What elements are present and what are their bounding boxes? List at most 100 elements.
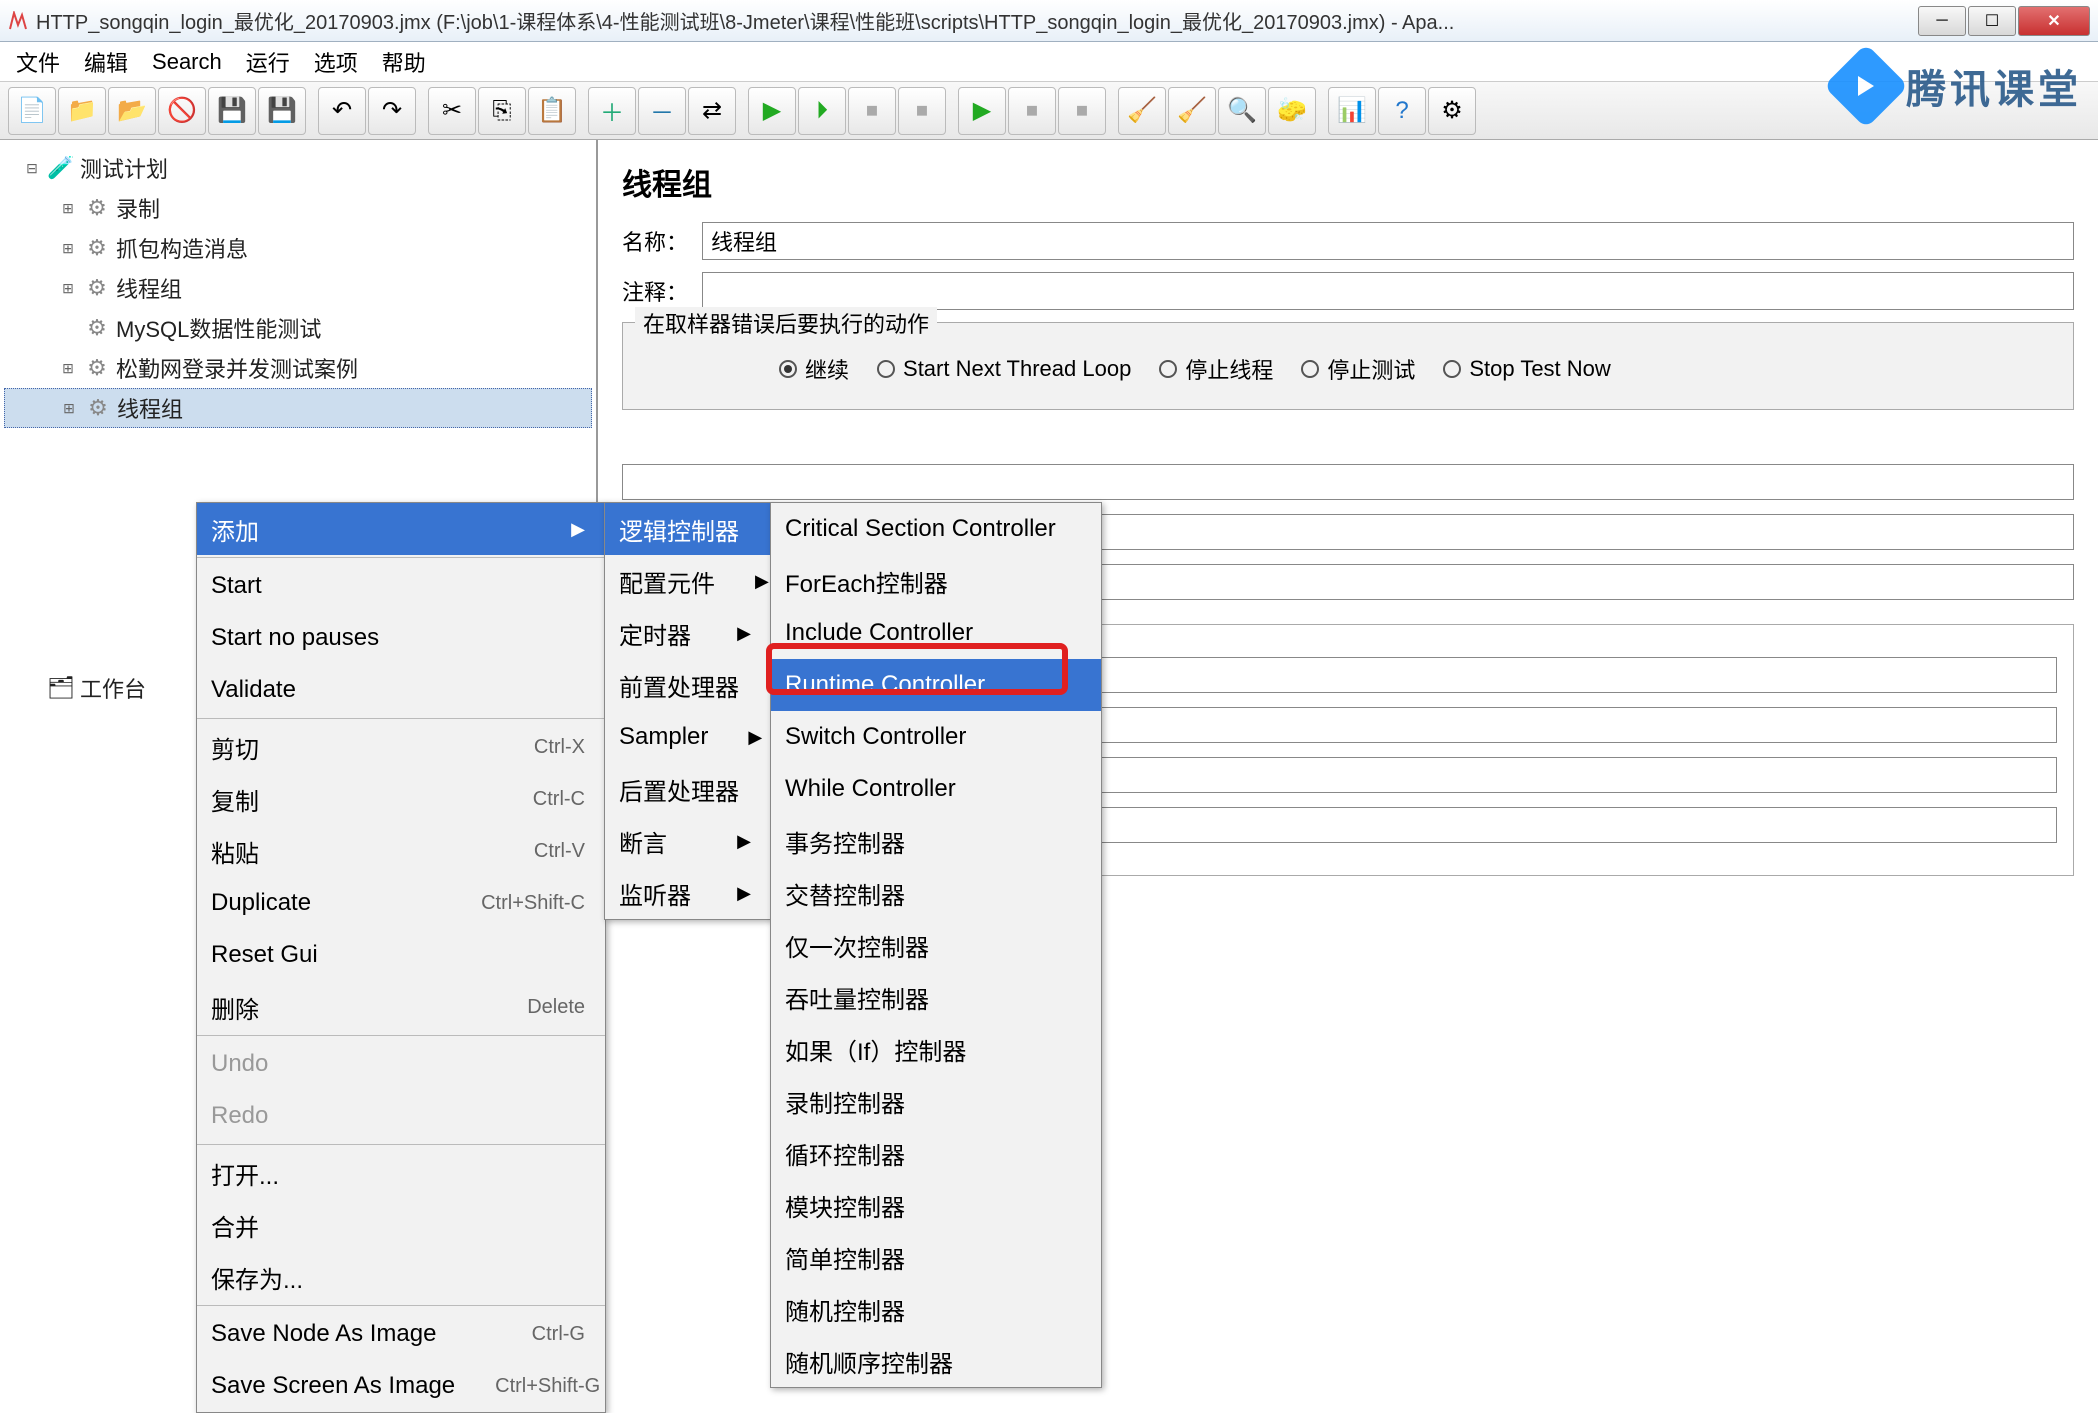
controller-item[interactable]: While Controller	[771, 763, 1101, 815]
function-icon[interactable]: 📊	[1328, 87, 1376, 135]
tree-toggle-icon[interactable]: ⊞	[58, 240, 78, 257]
radio-startnext[interactable]: Start Next Thread Loop	[877, 356, 1131, 382]
search-icon[interactable]: 🔍	[1218, 87, 1266, 135]
redo-icon[interactable]: ↷	[368, 87, 416, 135]
remote-start-icon[interactable]: ▶	[958, 87, 1006, 135]
context-item[interactable]: Start no pauses	[197, 612, 605, 664]
help-icon[interactable]: ?	[1378, 87, 1426, 135]
reset-search-icon[interactable]: 🧽	[1268, 87, 1316, 135]
context-item[interactable]: Save Node As ImageCtrl-G	[197, 1308, 605, 1360]
context-item[interactable]: 添加▶	[197, 503, 605, 555]
context-item[interactable]: Save Screen As ImageCtrl+Shift-G	[197, 1360, 605, 1412]
controller-item[interactable]: Runtime Controller	[771, 659, 1101, 711]
menu-run[interactable]: 运行	[246, 46, 290, 78]
undo-icon[interactable]: ↶	[318, 87, 366, 135]
menu-search[interactable]: Search	[152, 49, 222, 75]
save-icon[interactable]: 💾	[208, 87, 256, 135]
new-icon[interactable]: 📄	[8, 87, 56, 135]
controller-item[interactable]: 录制控制器	[771, 1075, 1101, 1127]
tree-root[interactable]: ⊟ 🧪 测试计划	[4, 148, 592, 188]
minimize-button[interactable]: ─	[1918, 6, 1966, 36]
context-item[interactable]: 打开...	[197, 1147, 605, 1199]
saveas-icon[interactable]: 💾	[258, 87, 306, 135]
close-button[interactable]: ✕	[2018, 6, 2090, 36]
controller-item[interactable]: ForEach控制器	[771, 555, 1101, 607]
collapse-icon[interactable]: －	[638, 87, 686, 135]
tree-toggle-icon[interactable]: ⊞	[58, 360, 78, 377]
context-item[interactable]: 删除Delete	[197, 981, 605, 1033]
clearall-icon[interactable]: 🧹	[1168, 87, 1216, 135]
shutdown-icon[interactable]: ⏹	[898, 87, 946, 135]
threads-input[interactable]	[622, 464, 2074, 500]
tree-item[interactable]: ⚙ MySQL数据性能测试	[4, 308, 592, 348]
remote-stop-icon[interactable]: ⏹	[1008, 87, 1056, 135]
controller-item[interactable]: 如果（If）控制器	[771, 1023, 1101, 1075]
submenu-item[interactable]: Sampler▶	[605, 711, 771, 763]
stop-icon[interactable]: ⏹	[848, 87, 896, 135]
controller-item[interactable]: 循环控制器	[771, 1127, 1101, 1179]
controller-item[interactable]: 吞吐量控制器	[771, 971, 1101, 1023]
context-item[interactable]: Reset Gui	[197, 929, 605, 981]
controller-item[interactable]: 简单控制器	[771, 1231, 1101, 1283]
radio-stopthread[interactable]: 停止线程	[1159, 353, 1273, 385]
comment-input[interactable]	[702, 272, 2074, 310]
controller-item[interactable]: Include Controller	[771, 607, 1101, 659]
controller-item[interactable]: 交替控制器	[771, 867, 1101, 919]
controller-item[interactable]: Switch Controller	[771, 711, 1101, 763]
cut-icon[interactable]: ✂	[428, 87, 476, 135]
controller-item[interactable]: 模块控制器	[771, 1179, 1101, 1231]
controller-item[interactable]: 随机控制器	[771, 1283, 1101, 1335]
clear-icon[interactable]: 🧹	[1118, 87, 1166, 135]
tree-item[interactable]: ⊞ ⚙ 抓包构造消息	[4, 228, 592, 268]
menu-file[interactable]: 文件	[16, 46, 60, 78]
tree-item[interactable]: ⊞ ⚙ 录制	[4, 188, 592, 228]
menu-edit[interactable]: 编辑	[84, 46, 128, 78]
controller-item[interactable]: 仅一次控制器	[771, 919, 1101, 971]
menu-options[interactable]: 选项	[314, 46, 358, 78]
remote-shutdown-icon[interactable]: ⏹	[1058, 87, 1106, 135]
radio-stoptest[interactable]: 停止测试	[1301, 353, 1415, 385]
copy-icon[interactable]: ⎘	[478, 87, 526, 135]
tree-toggle-icon[interactable]: ⊞	[58, 200, 78, 217]
controller-item[interactable]: 随机顺序控制器	[771, 1335, 1101, 1387]
tree-item-selected[interactable]: ⊞ ⚙ 线程组	[4, 388, 592, 428]
submenu-item[interactable]: 断言▶	[605, 815, 771, 867]
close-icon[interactable]: 🚫	[158, 87, 206, 135]
tree-toggle-icon[interactable]: ⊞	[59, 400, 79, 417]
context-item[interactable]: 保存为...	[197, 1251, 605, 1303]
submenu-item[interactable]: 后置处理器▶	[605, 763, 771, 815]
submenu-item[interactable]: 配置元件▶	[605, 555, 771, 607]
context-item[interactable]: 粘贴Ctrl-V	[197, 825, 605, 877]
radio-stopnow[interactable]: Stop Test Now	[1443, 356, 1610, 382]
expand-icon[interactable]: ＋	[588, 87, 636, 135]
context-item[interactable]: DuplicateCtrl+Shift-C	[197, 877, 605, 929]
paste-icon[interactable]: 📋	[528, 87, 576, 135]
options-icon[interactable]: ⚙	[1428, 87, 1476, 135]
name-input[interactable]	[702, 222, 2074, 260]
menu-help[interactable]: 帮助	[382, 46, 426, 78]
tree-toggle-icon[interactable]: ⊞	[58, 280, 78, 297]
context-item[interactable]: 复制Ctrl-C	[197, 773, 605, 825]
controller-item[interactable]: Critical Section Controller	[771, 503, 1101, 555]
context-item[interactable]: 剪切Ctrl-X	[197, 721, 605, 773]
tree-item-label: 线程组	[117, 392, 183, 424]
toolbar: 📄 📁 📂 🚫 💾 💾 ↶ ↷ ✂ ⎘ 📋 ＋ － ⇄ ▶ ⏵ ⏹ ⏹ ▶ ⏹ …	[0, 82, 2098, 140]
context-item[interactable]: Validate	[197, 664, 605, 716]
submenu-item[interactable]: 逻辑控制器▶	[605, 503, 771, 555]
submenu-item[interactable]: 监听器▶	[605, 867, 771, 919]
start-nopause-icon[interactable]: ⏵	[798, 87, 846, 135]
submenu-item[interactable]: 前置处理器▶	[605, 659, 771, 711]
tree-toggle-icon[interactable]: ⊟	[22, 160, 42, 177]
tree-item[interactable]: ⊞ ⚙ 线程组	[4, 268, 592, 308]
tree-item[interactable]: ⊞ ⚙ 松勤网登录并发测试案例	[4, 348, 592, 388]
templates-icon[interactable]: 📁	[58, 87, 106, 135]
context-item[interactable]: 合并	[197, 1199, 605, 1251]
open-icon[interactable]: 📂	[108, 87, 156, 135]
controller-item[interactable]: 事务控制器	[771, 815, 1101, 867]
maximize-button[interactable]: ☐	[1968, 6, 2016, 36]
start-icon[interactable]: ▶	[748, 87, 796, 135]
submenu-item[interactable]: 定时器▶	[605, 607, 771, 659]
toggle-icon[interactable]: ⇄	[688, 87, 736, 135]
context-item[interactable]: Start	[197, 560, 605, 612]
radio-continue[interactable]: 继续	[779, 353, 849, 385]
